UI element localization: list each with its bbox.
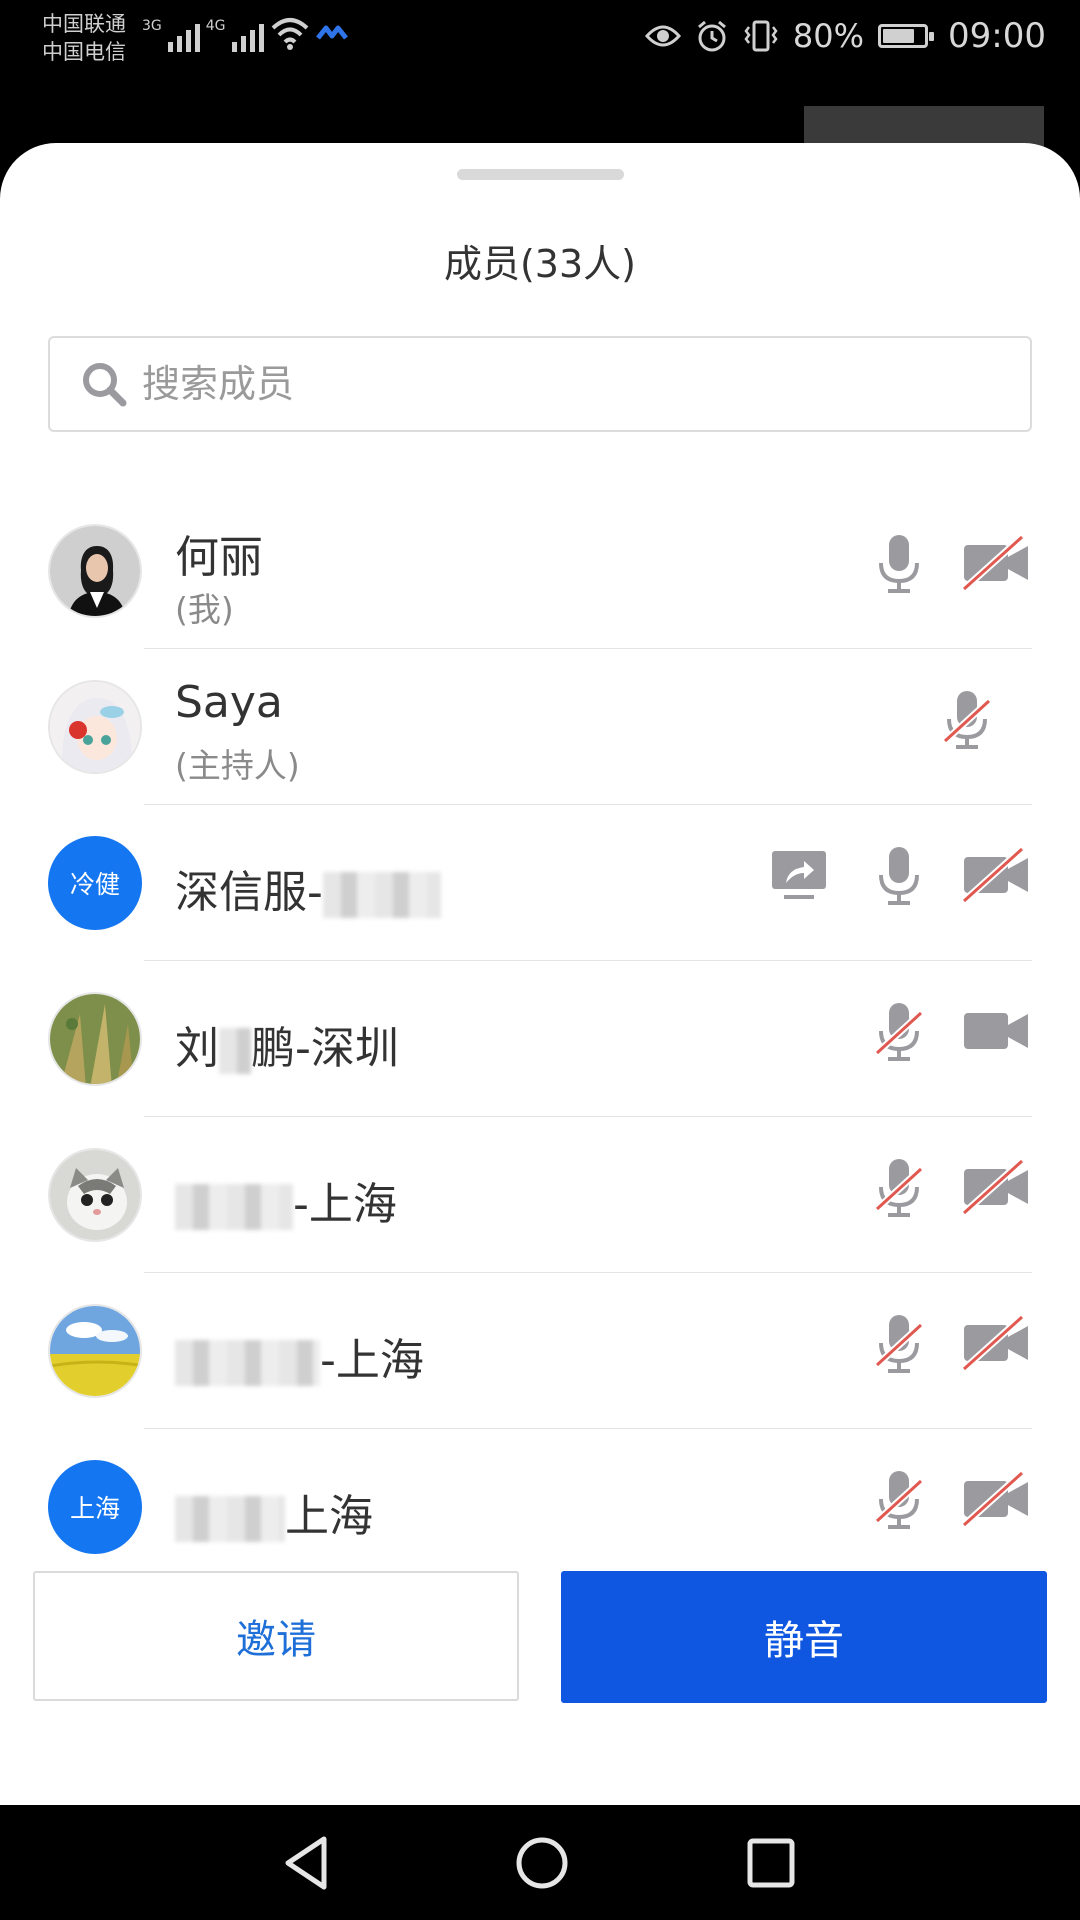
battery-percent: 80%: [792, 17, 865, 55]
signal-icon: [167, 14, 200, 52]
network-type-1: 3G: [142, 18, 162, 34]
mic-off-icon[interactable]: [874, 1467, 924, 1535]
member-role: (主持人): [175, 746, 300, 785]
app-notification-icon: [315, 25, 348, 40]
list-item[interactable]: 冷健 深信服-: [0, 805, 1080, 961]
carrier-labels: 中国联通 中国电信: [42, 10, 126, 66]
search-icon: [83, 363, 127, 407]
network-type-2: 4G: [205, 18, 226, 34]
mute-all-button[interactable]: 静音: [561, 1571, 1047, 1703]
battery-icon: [878, 24, 935, 48]
camera-off-icon[interactable]: [960, 1311, 1032, 1379]
mic-off-icon[interactable]: [942, 687, 992, 755]
system-nav-bar: [0, 1805, 1080, 1920]
list-item[interactable]: 上海 上海: [0, 1429, 1080, 1585]
member-name: 深信服-: [175, 856, 441, 920]
list-item[interactable]: -上海: [0, 1117, 1080, 1273]
mic-off-icon[interactable]: [874, 999, 924, 1067]
mic-icon[interactable]: [875, 531, 923, 599]
member-role: (我): [175, 590, 234, 629]
drag-handle[interactable]: [457, 169, 624, 180]
eye-icon: [644, 25, 681, 47]
alarm-icon: [697, 20, 726, 52]
search-input[interactable]: [140, 361, 944, 407]
avatar: 冷健: [48, 836, 142, 930]
signal-icon: [231, 14, 264, 52]
member-name: -上海: [175, 1324, 424, 1388]
avatar: [48, 1148, 142, 1242]
camera-icon[interactable]: [960, 999, 1032, 1067]
list-item[interactable]: -上海: [0, 1273, 1080, 1429]
member-name: 刘鹏-深圳: [175, 1023, 399, 1074]
blurred-text: [322, 872, 441, 918]
member-name: -上海: [175, 1168, 397, 1232]
mic-icon[interactable]: [875, 843, 923, 911]
sheet-title: 成员(33人): [443, 242, 636, 286]
member-list[interactable]: 何丽 (我) Saya (主持人) 冷健 深信服- 刘 鹏-深圳 -上海 -上海…: [0, 493, 1080, 1673]
avatar: [48, 680, 142, 774]
avatar: [48, 524, 142, 618]
list-item[interactable]: Saya (主持人): [0, 649, 1080, 805]
wifi-icon: [271, 18, 308, 50]
mic-off-icon[interactable]: [874, 1311, 924, 1379]
camera-off-icon[interactable]: [960, 1467, 1032, 1535]
list-item[interactable]: 何丽 (我): [0, 493, 1080, 649]
camera-off-icon[interactable]: [960, 531, 1032, 599]
back-icon[interactable]: [280, 1833, 334, 1897]
screen-share-icon[interactable]: [770, 849, 828, 907]
blurred-text: [219, 1028, 251, 1074]
invite-button[interactable]: 邀请: [33, 1571, 519, 1701]
search-box[interactable]: [48, 336, 1032, 432]
member-name: Saya: [175, 677, 283, 728]
member-name: 上海: [175, 1480, 373, 1544]
blurred-text: [175, 1184, 293, 1230]
mic-off-icon[interactable]: [874, 1155, 924, 1223]
avatar: [48, 1304, 142, 1398]
carrier-2: 中国电信: [42, 40, 126, 64]
status-bar: 中国联通 中国电信 3G 4G 80% 09:00: [0, 0, 1080, 110]
members-sheet: 成员(33人) 何丽 (我): [0, 143, 1080, 1805]
home-icon[interactable]: [512, 1833, 572, 1897]
blurred-text: [175, 1496, 285, 1542]
clock: 09:00: [948, 16, 1046, 56]
avatar: [48, 992, 142, 1086]
avatar: 上海: [48, 1460, 142, 1554]
list-item[interactable]: 刘鹏-深圳: [0, 961, 1080, 1117]
recents-icon[interactable]: [744, 1833, 800, 1897]
carrier-1: 中国联通: [42, 12, 126, 36]
status-right: 80% 09:00: [644, 16, 1046, 56]
action-bar: 邀请 静音: [0, 1571, 1080, 1703]
camera-off-icon[interactable]: [960, 1155, 1032, 1223]
member-name: 何丽: [175, 532, 263, 583]
camera-off-icon[interactable]: [960, 843, 1032, 911]
signal-group: 3G 4G: [142, 14, 348, 52]
blurred-text: [175, 1340, 320, 1386]
vibrate-icon: [744, 20, 778, 52]
